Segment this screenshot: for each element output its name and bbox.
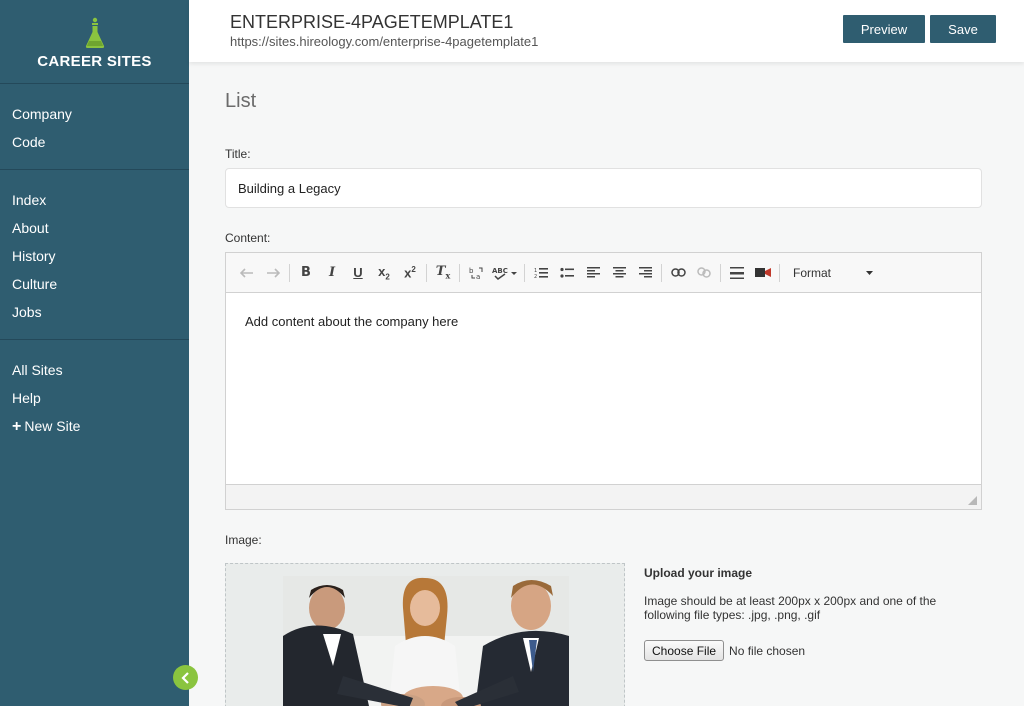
title-input[interactable]: [225, 168, 982, 208]
upload-info: Upload your image Image should be at lea…: [644, 566, 964, 661]
toolbar-separator: [426, 263, 427, 282]
svg-text:ABC: ABC: [492, 267, 508, 275]
toolbar-separator: [720, 263, 721, 282]
image-dropzone[interactable]: [225, 563, 625, 706]
flask-icon: [85, 17, 104, 48]
resize-handle-icon[interactable]: [968, 496, 977, 505]
numbered-list-icon[interactable]: 12: [528, 260, 554, 286]
superscript-icon[interactable]: x2: [397, 260, 423, 286]
brand[interactable]: CAREER SITES: [0, 0, 189, 84]
save-button[interactable]: Save: [930, 15, 996, 43]
sidebar-item-new-site[interactable]: + New Site: [0, 412, 189, 440]
align-left-icon[interactable]: [580, 260, 606, 286]
toolbar-separator: [779, 263, 780, 282]
sidebar-item-help[interactable]: Help: [0, 384, 189, 412]
spellcheck-icon[interactable]: ABC: [489, 260, 521, 286]
toolbar-separator: [661, 263, 662, 282]
header: ENTERPRISE-4PAGETEMPLATE1 https://sites.…: [189, 0, 1024, 62]
sidebar-item-code[interactable]: Code: [0, 128, 189, 156]
rich-text-editor: B I U x2 x2 Tx ba ABC 12 Format Add cont…: [225, 252, 982, 510]
file-status: No file chosen: [729, 643, 806, 658]
align-right-icon[interactable]: [632, 260, 658, 286]
site-url: https://sites.hireology.com/enterprise-4…: [230, 34, 539, 49]
sidebar: CAREER SITES Company Code Index About Hi…: [0, 0, 189, 706]
link-icon[interactable]: [665, 260, 691, 286]
caret-down-icon: [866, 270, 873, 275]
sidebar-item-jobs[interactable]: Jobs: [0, 298, 189, 326]
toolbar-separator: [459, 263, 460, 282]
toolbar-separator: [524, 263, 525, 282]
sidebar-item-history[interactable]: History: [0, 242, 189, 270]
sidebar-item-index[interactable]: Index: [0, 186, 189, 214]
redo-icon[interactable]: [260, 260, 286, 286]
format-dropdown[interactable]: Format: [793, 266, 873, 280]
sidebar-item-culture[interactable]: Culture: [0, 270, 189, 298]
content-label: Content:: [225, 231, 271, 245]
preview-button[interactable]: Preview: [843, 15, 925, 43]
format-label: Format: [793, 265, 832, 280]
chevron-left-icon: [180, 671, 189, 684]
nav-group-pages: Index About History Culture Jobs: [0, 170, 189, 340]
video-icon[interactable]: [750, 260, 776, 286]
plus-icon: +: [12, 418, 22, 435]
toolbar-separator: [289, 263, 290, 282]
underline-icon[interactable]: U: [345, 260, 371, 286]
unlink-icon[interactable]: [691, 260, 717, 286]
file-input-row: Choose File No file chosen: [644, 640, 964, 661]
section-title: List: [225, 90, 257, 112]
undo-icon[interactable]: [234, 260, 260, 286]
bulleted-list-icon[interactable]: [554, 260, 580, 286]
image-label: Image:: [225, 533, 262, 547]
editor-content-area[interactable]: Add content about the company here: [226, 293, 981, 484]
sidebar-item-all-sites[interactable]: All Sites: [0, 356, 189, 384]
upload-title: Upload your image: [644, 566, 753, 580]
nav-group-global: All Sites Help + New Site: [0, 340, 189, 453]
team-photo: [283, 576, 569, 706]
collapse-sidebar-button[interactable]: [173, 665, 198, 690]
choose-file-button[interactable]: Choose File: [644, 640, 725, 661]
subscript-icon[interactable]: x2: [371, 260, 397, 286]
align-center-icon[interactable]: [606, 260, 632, 286]
clear-formatting-icon[interactable]: Tx: [430, 260, 456, 286]
title-label: Title:: [225, 147, 251, 161]
brand-name: CAREER SITES: [37, 53, 152, 70]
upload-description: Image should be at least 200px x 200px a…: [644, 594, 937, 622]
svg-text:2: 2: [534, 274, 537, 279]
editor-status-bar: [226, 484, 981, 509]
text-direction-icon[interactable]: ba: [463, 260, 489, 286]
nav-group-site: Company Code: [0, 84, 189, 170]
sidebar-item-company[interactable]: Company: [0, 100, 189, 128]
horizontal-rule-icon[interactable]: [724, 260, 750, 286]
new-site-label: New Site: [24, 418, 81, 434]
italic-icon[interactable]: I: [319, 260, 345, 286]
site-title: ENTERPRISE-4PAGETEMPLATE1: [230, 12, 514, 32]
editor-toolbar: B I U x2 x2 Tx ba ABC 12 Format: [226, 253, 981, 293]
sidebar-item-about[interactable]: About: [0, 214, 189, 242]
bold-icon[interactable]: B: [293, 260, 319, 286]
svg-text:a: a: [476, 273, 480, 280]
svg-text:b: b: [469, 267, 474, 275]
